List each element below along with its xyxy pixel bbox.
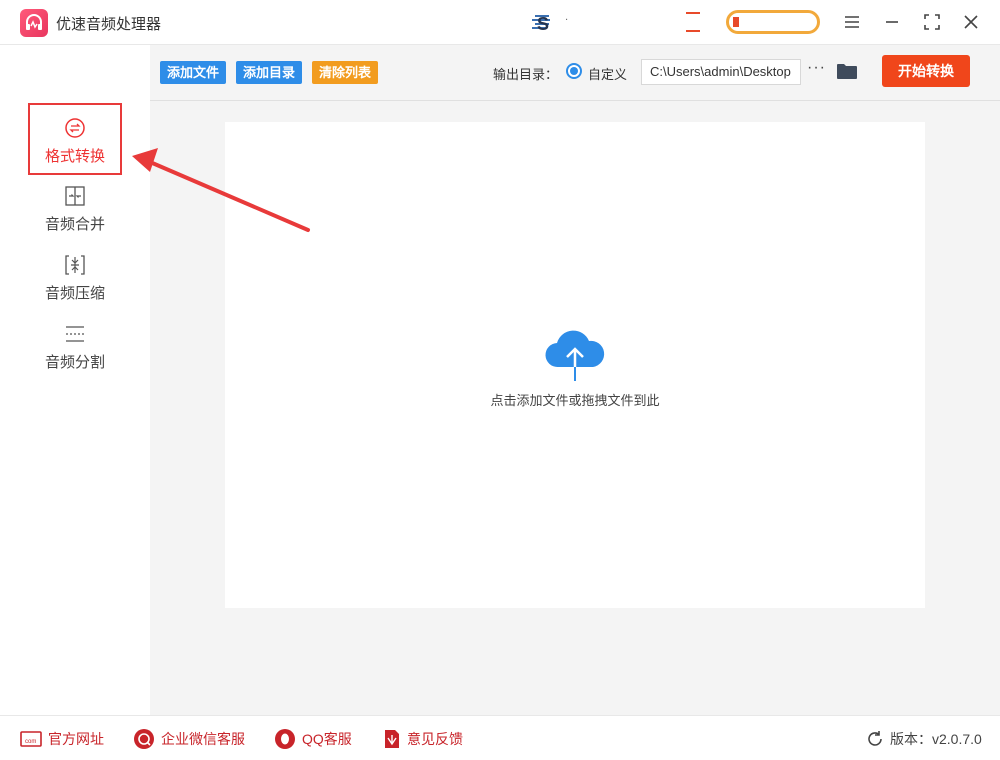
footer: com 官方网址 企业微信客服 QQ客服 意见反馈 版本：v2.0.7.0: [0, 715, 1000, 760]
toolbar: 添加文件 添加目录 清除列表 输出目录： 自定义 C:\Users\admin\…: [150, 45, 1000, 101]
clear-list-button[interactable]: 清除列表: [312, 61, 379, 84]
split-icon: [64, 323, 86, 345]
main-area: 添加文件 添加目录 清除列表 输出目录： 自定义 C:\Users\admin\…: [150, 45, 1000, 715]
app-logo-icon: [20, 9, 48, 37]
version-info[interactable]: 版本：v2.0.7.0: [866, 728, 982, 750]
merge-icon: [64, 185, 86, 207]
drop-hint-text: 点击添加文件或拖拽文件到此: [490, 393, 660, 408]
feedback-icon: [383, 729, 401, 749]
qq-icon: [274, 728, 296, 750]
wechat-icon: [133, 728, 155, 750]
browse-more-button[interactable]: ···: [807, 59, 826, 77]
add-file-button[interactable]: 添加文件: [160, 61, 227, 84]
minimize-icon[interactable]: [880, 10, 904, 34]
svg-text:com: com: [25, 739, 36, 745]
close-icon[interactable]: [959, 10, 983, 34]
custom-output-radio[interactable]: [566, 63, 582, 79]
user-logo-icon[interactable]: S: [527, 12, 557, 34]
version-label: 版本：v2.0.7.0: [890, 731, 982, 747]
compress-icon: [64, 254, 86, 276]
wechat-support-label: 企业微信客服: [161, 731, 245, 747]
sidebar-item-label: 音频合并: [44, 216, 105, 233]
qq-support-label: QQ客服: [302, 731, 352, 747]
format-convert-icon: [64, 117, 86, 139]
sidebar-item-compress[interactable]: 音频压缩: [28, 242, 122, 314]
menu-icon[interactable]: [840, 10, 864, 34]
svg-text:S: S: [537, 14, 549, 34]
output-dir-label: 输出目录：: [493, 67, 559, 82]
qq-support-link[interactable]: QQ客服: [274, 728, 352, 750]
app-title: 优速音频处理器: [56, 16, 162, 33]
maximize-icon[interactable]: [920, 10, 944, 34]
feedback-label: 意见反馈: [407, 731, 463, 747]
sidebar-item-format-convert[interactable]: 格式转换: [28, 103, 122, 175]
sidebar-item-split[interactable]: 音频分割: [28, 311, 122, 383]
feedback-link[interactable]: 意见反馈: [383, 728, 463, 750]
website-icon: com: [20, 730, 42, 748]
official-site-label: 官方网址: [48, 731, 104, 747]
title-bar: 优速音频处理器 S ‧: [0, 0, 1000, 45]
wechat-support-link[interactable]: 企业微信客服: [133, 728, 245, 750]
sidebar-item-label: 格式转换: [44, 148, 105, 165]
refresh-icon: [866, 730, 884, 748]
custom-output-label: 自定义: [588, 67, 628, 82]
cloud-upload-icon[interactable]: [544, 327, 606, 388]
sidebar-item-label: 音频分割: [44, 354, 105, 371]
sidebar: 格式转换 音频合并 音频压缩 音频分割: [0, 45, 150, 715]
user-name: ‧: [565, 15, 569, 26]
sidebar-item-label: 音频压缩: [44, 285, 105, 302]
sidebar-item-merge[interactable]: 音频合并: [28, 173, 122, 245]
start-convert-button[interactable]: 开始转换: [882, 55, 970, 87]
vip-badge[interactable]: [726, 10, 820, 34]
official-site-link[interactable]: com 官方网址: [20, 728, 104, 750]
add-directory-button[interactable]: 添加目录: [236, 61, 303, 84]
folder-icon[interactable]: [836, 62, 858, 85]
output-path-field[interactable]: C:\Users\admin\Desktop: [641, 59, 801, 85]
notice-icon[interactable]: [686, 12, 700, 32]
file-drop-zone[interactable]: 点击添加文件或拖拽文件到此: [225, 122, 925, 608]
annotation-arrow-icon: [128, 148, 313, 243]
